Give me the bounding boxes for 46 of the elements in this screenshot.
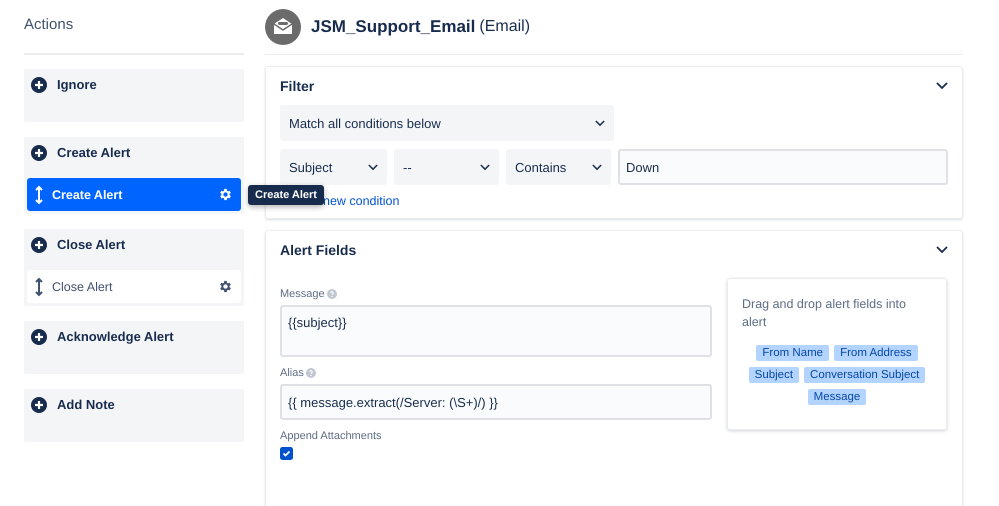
message-field[interactable]: {{subject}}	[280, 305, 712, 357]
settings-icon[interactable]	[218, 187, 233, 202]
action-label: Close Alert	[57, 237, 126, 252]
integration-title: JSM_Support_Email	[311, 17, 476, 37]
integration-type: (Email)	[479, 18, 530, 36]
add-icon[interactable]	[31, 396, 47, 412]
match-select[interactable]: Match all conditions below	[280, 105, 614, 141]
chevron-icon[interactable]	[936, 82, 948, 90]
chevron-icon[interactable]	[480, 164, 490, 170]
field-label: Message	[280, 288, 325, 300]
action-label: Acknowledge Alert	[57, 329, 174, 344]
settings-icon[interactable]	[218, 279, 233, 294]
field-tag[interactable]: From Address	[834, 345, 918, 361]
operator-select[interactable]: --	[394, 149, 499, 185]
operator-select[interactable]: Contains	[506, 149, 611, 185]
field-select[interactable]: Subject	[280, 149, 387, 185]
sidebar-title: Actions	[24, 0, 244, 55]
chevron-icon[interactable]	[936, 246, 948, 254]
field-tag[interactable]: Message	[808, 389, 866, 405]
chevron-icon[interactable]	[595, 120, 605, 126]
item-label: Close Alert	[52, 280, 114, 294]
envelope-avatar-icon	[265, 9, 301, 45]
add-icon[interactable]	[31, 76, 47, 92]
action-label: Ignore	[57, 77, 97, 92]
action-label: Add Note	[57, 397, 115, 412]
drag-handle-icon[interactable]	[35, 276, 43, 296]
checkbox[interactable]	[280, 447, 293, 460]
add-icon[interactable]	[31, 328, 47, 344]
add-icon[interactable]	[31, 144, 47, 160]
action-item[interactable]: Close Alert	[27, 270, 241, 303]
value-field[interactable]: Down	[618, 149, 948, 185]
chevron-icon[interactable]	[592, 164, 602, 170]
action-label: Create Alert	[57, 145, 130, 160]
field-tag[interactable]: From Name	[756, 345, 830, 361]
add-icon[interactable]	[31, 236, 47, 252]
panel-title: Alert Fields	[280, 242, 356, 258]
alias-field[interactable]: {{ message.extract(/Server: (\S+)/) }}	[280, 384, 712, 420]
chevron-icon[interactable]	[368, 164, 378, 170]
field-tag[interactable]: Conversation Subject	[804, 367, 926, 383]
tooltip: Create Alert	[248, 185, 324, 205]
palette-hint: Drag and drop alert fields into alert	[742, 296, 907, 331]
field-label: Alias	[280, 367, 304, 379]
item-label: Create Alert	[52, 188, 124, 202]
field-label: Append Attachments	[280, 430, 383, 442]
field-tag[interactable]: Subject	[748, 367, 800, 383]
panel-title: Filter	[280, 78, 314, 94]
